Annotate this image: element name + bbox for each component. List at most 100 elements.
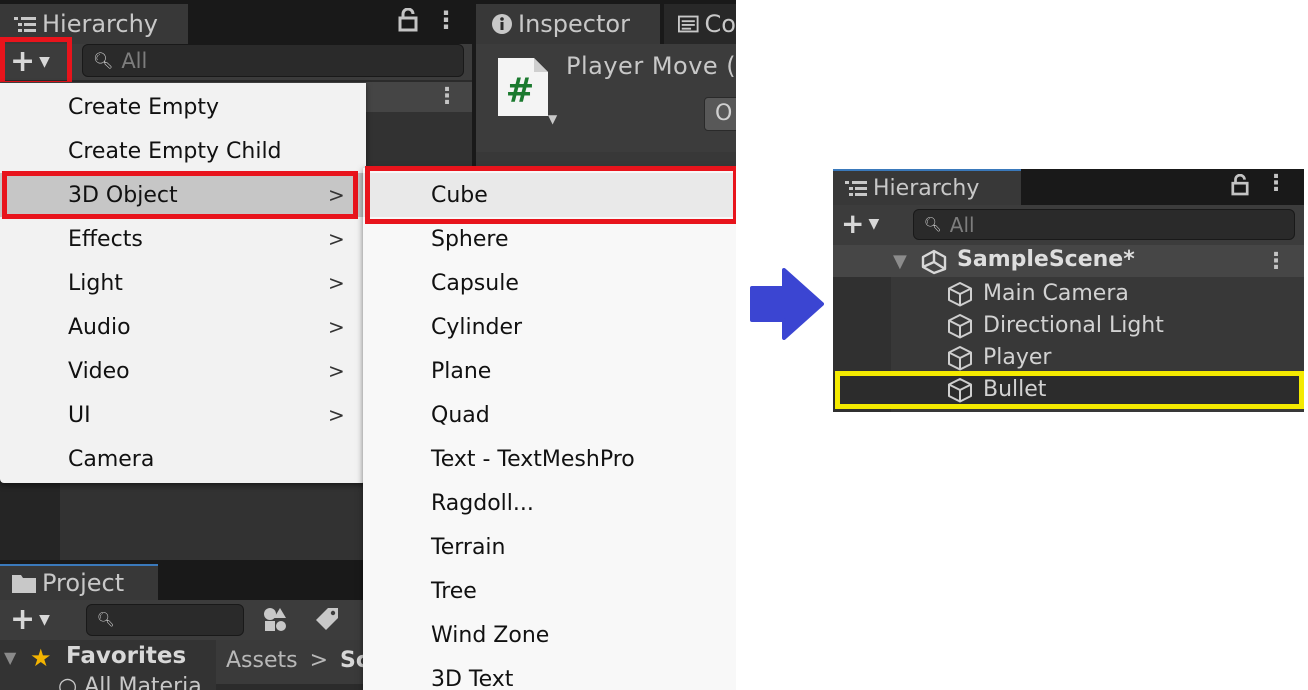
arrow-right-icon [748, 268, 824, 340]
gameobject-cube-icon [947, 313, 973, 339]
menu-item-label: Create Empty [68, 94, 220, 120]
lock-icon[interactable] [398, 7, 418, 38]
submenu-item-label: Plane [431, 358, 492, 384]
open-button[interactable]: O [704, 97, 736, 131]
submenu-arrow-icon: > [328, 315, 345, 339]
hierarchy-search-input[interactable]: 🔍︎ All [82, 44, 464, 77]
project-add-button[interactable]: + ▼ [10, 604, 50, 636]
breadcrumb-assets[interactable]: Assets [226, 648, 298, 673]
more-options-icon[interactable]: ⋮ [434, 6, 458, 34]
favorites-label[interactable]: Favorites [66, 643, 186, 669]
scene-options-icon[interactable]: ⋮ [436, 84, 458, 109]
favorites-item-label: All Materia [84, 674, 202, 690]
tree-item-label: Player [983, 344, 1052, 370]
menu-item-create-empty-child[interactable]: Create Empty Child [0, 129, 366, 173]
submenu-item-label: Quad [431, 402, 490, 428]
3d-object-highlight [2, 171, 358, 219]
submenu-item-label: Text - TextMeshPro [431, 446, 635, 472]
search-icon: 🔍︎ [93, 51, 114, 70]
gameobject-cube-icon [947, 281, 973, 307]
result-search-icon: 🔍︎ [924, 216, 942, 233]
tree-item-directional-light[interactable]: Directional Light [833, 309, 1304, 341]
filter-by-label-icon[interactable] [314, 606, 340, 636]
menu-item-camera[interactable]: Camera [0, 437, 366, 481]
result-chevron-down-icon: ▼ [868, 216, 880, 232]
menu-item-label: UI [68, 402, 91, 428]
list-icon [14, 16, 36, 32]
result-search-input[interactable]: 🔍︎ All [913, 209, 1295, 240]
menu-item-audio[interactable]: Audio > [0, 305, 366, 349]
tree-item-label: Directional Light [983, 312, 1164, 338]
submenu-item-label: Terrain [431, 534, 506, 560]
project-search-icon: 🔍︎ [97, 612, 115, 628]
result-add-button[interactable]: + ▼ [841, 209, 879, 239]
console-tab[interactable]: Co [664, 4, 736, 44]
menu-item-light[interactable]: Light > [0, 261, 366, 305]
tree-item-label: Main Camera [983, 280, 1129, 306]
submenu-item-plane[interactable]: Plane [363, 349, 736, 393]
result-hierarchy-tab[interactable]: Hierarchy [833, 169, 1021, 205]
inspector-tab[interactable]: Inspector [476, 4, 660, 44]
submenu-item-label: Capsule [431, 270, 519, 296]
project-tab[interactable]: Project [0, 564, 158, 600]
scene-menu-icon[interactable]: ⋮ [1265, 249, 1287, 274]
submenu-item-terrain[interactable]: Terrain [363, 525, 736, 569]
tree-item-main-camera[interactable]: Main Camera [833, 277, 1304, 309]
bullet-highlight [835, 371, 1304, 409]
project-plus-icon: + [10, 602, 36, 637]
submenu-item-quad[interactable]: Quad [363, 393, 736, 437]
submenu-item-text-textmeshpro[interactable]: Text - TextMeshPro [363, 437, 736, 481]
submenu-item-tree[interactable]: Tree [363, 569, 736, 613]
filter-by-type-icon[interactable] [262, 606, 288, 636]
tree-item-player[interactable]: Player [833, 341, 1304, 373]
scene-expand-icon[interactable]: ▼ [893, 251, 907, 272]
favorites-expand-icon[interactable]: ▼ [4, 648, 16, 667]
assets-breadcrumb: Assets > Sc [226, 648, 369, 673]
create-context-menu: Create Empty Create Empty Child 3D Objec… [0, 83, 366, 483]
favorites-item[interactable]: ○ All Materia [58, 674, 202, 690]
submenu-item-label: Cylinder [431, 314, 523, 340]
result-hierarchy-tab-label: Hierarchy [873, 175, 980, 201]
submenu-arrow-icon: > [328, 227, 345, 251]
inspector-tab-label: Inspector [518, 10, 630, 38]
submenu-arrow-icon: > [328, 359, 345, 383]
submenu-item-cylinder[interactable]: Cylinder [363, 305, 736, 349]
submenu-item-label: Tree [431, 578, 477, 604]
add-button-highlight [0, 37, 72, 86]
search-placeholder: All [121, 48, 148, 73]
submenu-item-label: Wind Zone [431, 622, 550, 648]
submenu-item-label: Sphere [431, 226, 509, 252]
menu-item-label: Effects [68, 226, 143, 252]
console-icon [678, 15, 699, 33]
project-tab-label: Project [42, 569, 125, 597]
3d-object-submenu: Cube Sphere Capsule Cylinder Plane Quad … [363, 168, 736, 690]
project-search-input[interactable]: 🔍︎ [86, 604, 244, 636]
submenu-item-label: Ragdoll... [431, 490, 534, 516]
result-search-placeholder: All [949, 212, 975, 237]
result-list-icon [845, 180, 867, 196]
info-icon [492, 14, 512, 34]
submenu-arrow-icon: > [328, 403, 345, 427]
svg-text:#: # [506, 71, 535, 111]
inspector-title: Player Move ( [566, 52, 736, 80]
menu-item-create-empty[interactable]: Create Empty [0, 85, 366, 129]
submenu-item-capsule[interactable]: Capsule [363, 261, 736, 305]
menu-item-video[interactable]: Video > [0, 349, 366, 393]
star-icon: ★ [30, 644, 52, 672]
menu-item-label: Video [68, 358, 130, 384]
project-chevron-down-icon: ▼ [39, 612, 50, 628]
result-lock-icon[interactable] [1231, 173, 1249, 200]
submenu-item-label: 3D Text [431, 666, 514, 690]
menu-item-ui[interactable]: UI > [0, 393, 366, 437]
submenu-item-wind-zone[interactable]: Wind Zone [363, 613, 736, 657]
submenu-item-3d-text[interactable]: 3D Text [363, 657, 736, 690]
menu-item-effects[interactable]: Effects > [0, 217, 366, 261]
result-more-options-icon[interactable]: ⋮ [1265, 171, 1287, 196]
submenu-item-ragdoll[interactable]: Ragdoll... [363, 481, 736, 525]
result-hierarchy-panel: Hierarchy ⋮ + ▼ 🔍︎ All ▼ SampleScene* ⋮ M… [833, 169, 1304, 412]
folder-icon [12, 575, 36, 593]
gameobject-cube-icon [947, 345, 973, 371]
scene-name: SampleScene* [957, 247, 1135, 272]
asset-dropdown-icon[interactable]: ▼ [548, 112, 557, 126]
console-tab-label: Co [704, 10, 736, 38]
